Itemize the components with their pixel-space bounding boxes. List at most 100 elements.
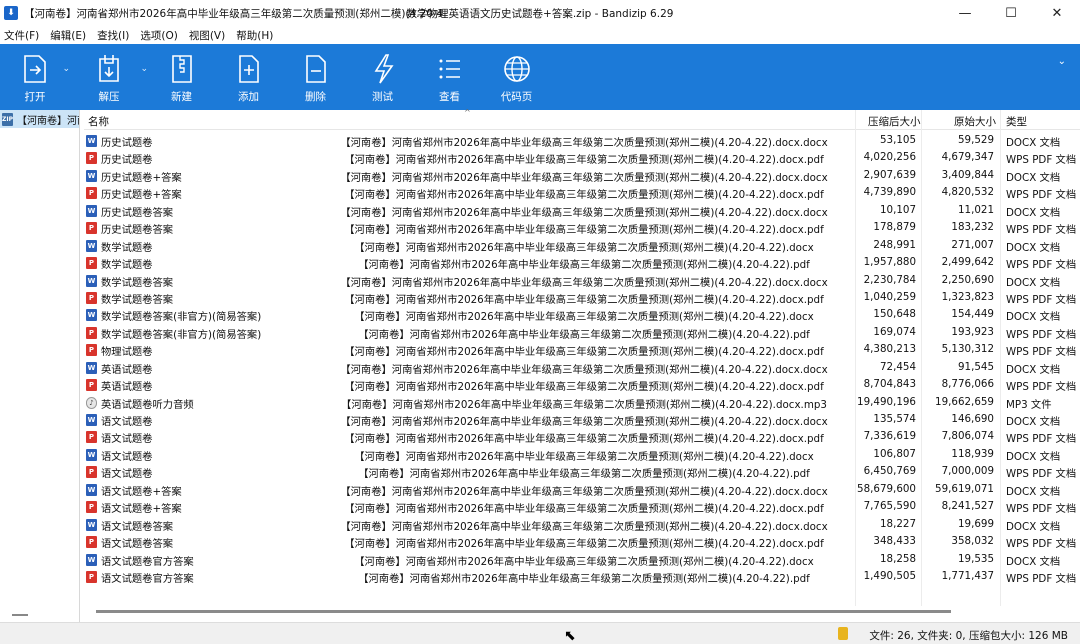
file-type: DOCX 文档 bbox=[1006, 311, 1061, 324]
delete-button[interactable]: 删除 bbox=[282, 44, 349, 110]
file-row[interactable]: P 物理试题卷 【河南卷】河南省郑州市2026年高中毕业年级高三年级第二次质量预测(… bbox=[84, 341, 1080, 358]
file-row[interactable]: P 数学试题卷答案 【河南卷】河南省郑州市2026年高中毕业年级高三年级第二次质量预… bbox=[84, 289, 1080, 306]
status-text: 文件: 26, 文件夹: 0, 压缩包大小: 126 MB bbox=[869, 630, 1068, 642]
file-name: 语文试题卷官方答案 bbox=[101, 555, 194, 568]
test-button[interactable]: 测试 bbox=[349, 44, 416, 110]
file-name: 语文试题卷官方答案 bbox=[101, 572, 194, 585]
compressed-size: 18,227 bbox=[879, 517, 916, 530]
compressed-size: 1,490,505 bbox=[863, 569, 916, 582]
file-type: WPS PDF 文档 bbox=[1006, 381, 1077, 394]
docx-file-icon: W bbox=[86, 483, 97, 496]
codepage-button[interactable]: 代码页 bbox=[483, 44, 550, 110]
maximize-button[interactable]: ☐ bbox=[988, 0, 1034, 26]
original-size: 146,690 bbox=[951, 413, 994, 425]
file-row[interactable]: P 语文试题卷+答案 【河南卷】河南省郑州市2026年高中毕业年级高三年级第二次质量… bbox=[84, 498, 1080, 515]
file-row[interactable]: W 语文试题卷答案 【河南卷】河南省郑州市2026年高中毕业年级高三年级第二次质量预… bbox=[84, 516, 1080, 533]
file-row[interactable]: W 英语试题卷 【河南卷】河南省郑州市2026年高中毕业年级高三年级第二次质量预测(… bbox=[84, 359, 1080, 376]
docx-file-icon: W bbox=[86, 204, 97, 217]
file-row[interactable]: W 历史试题卷 【河南卷】河南省郑州市2026年高中毕业年级高三年级第二次质量预测(… bbox=[84, 132, 1080, 149]
file-name: 数学试题卷 bbox=[101, 259, 153, 272]
file-row[interactable]: W 历史试题卷答案 【河南卷】河南省郑州市2026年高中毕业年级高三年级第二次质量预… bbox=[84, 202, 1080, 219]
menu-bar: 文件(F) 编辑(E) 查找(I) 选项(O) 视图(V) 帮助(H) bbox=[0, 26, 1080, 44]
file-row[interactable]: P 历史试题卷 【河南卷】河南省郑州市2026年高中毕业年级高三年级第二次质量预测(… bbox=[84, 149, 1080, 166]
minimize-button[interactable]: — bbox=[942, 0, 988, 26]
tree-item-archive-root[interactable]: ZIP 【河南卷】河南省郑州市2026年高中毕业年级高三年级第二次质量预测(郑州… bbox=[0, 110, 79, 128]
zip-icon: ZIP bbox=[2, 112, 13, 126]
bandizip-app-icon[interactable]: ⬇ bbox=[4, 6, 18, 20]
list-header: 名称 ^ 压缩后大小 原始大小 类型 bbox=[84, 108, 1080, 130]
menu-view[interactable]: 视图(V) bbox=[185, 28, 229, 43]
file-row[interactable]: W 数学试题卷答案 【河南卷】河南省郑州市2026年高中毕业年级高三年级第二次质量预… bbox=[84, 272, 1080, 289]
file-name-suffix: 【河南卷】河南省郑州市2026年高中毕业年级高三年级第二次质量预测(郑州二模)(… bbox=[340, 485, 828, 498]
file-row[interactable]: P 语文试题卷答案 【河南卷】河南省郑州市2026年高中毕业年级高三年级第二次质量预… bbox=[84, 533, 1080, 550]
file-row[interactable]: P 语文试题卷 【河南卷】河南省郑州市2026年高中毕业年级高三年级第二次质量预测(… bbox=[84, 428, 1080, 445]
codepage-icon bbox=[503, 56, 530, 82]
file-type: WPS PDF 文档 bbox=[1006, 293, 1077, 306]
file-row[interactable]: P 历史试题卷+答案 【河南卷】河南省郑州市2026年高中毕业年级高三年级第二次质量… bbox=[84, 184, 1080, 201]
file-row[interactable]: P 英语试题卷 【河南卷】河南省郑州市2026年高中毕业年级高三年级第二次质量预测(… bbox=[84, 376, 1080, 393]
column-header-original-size[interactable]: 原始大小 bbox=[954, 114, 996, 129]
file-row[interactable]: P 数学试题卷答案(非官方)(简易答案) 【河南卷】河南省郑州市2026年高中毕业年… bbox=[84, 324, 1080, 341]
menu-file[interactable]: 文件(F) bbox=[0, 28, 43, 43]
file-row[interactable]: W 数学试题卷 【河南卷】河南省郑州市2026年高中毕业年级高三年级第二次质量预测(… bbox=[84, 237, 1080, 254]
file-row[interactable]: W 语文试题卷官方答案 【河南卷】河南省郑州市2026年高中毕业年级高三年级第二次质… bbox=[84, 551, 1080, 568]
toolbar-more-icon[interactable]: ⌄ bbox=[1058, 56, 1066, 67]
toolbar: 打开 ⌄ 解压 ⌄ 新建 添加 删除 测试 查看 代码页 ⌄ bbox=[0, 44, 1080, 110]
file-row[interactable]: P 历史试题卷答案 【河南卷】河南省郑州市2026年高中毕业年级高三年级第二次质量预… bbox=[84, 219, 1080, 236]
file-type: DOCX 文档 bbox=[1006, 276, 1061, 289]
original-size: 5,130,312 bbox=[941, 343, 994, 356]
column-header-name[interactable]: 名称 bbox=[88, 114, 109, 129]
pdf-file-icon: P bbox=[86, 344, 97, 357]
compressed-size: 1,957,880 bbox=[863, 256, 916, 269]
file-name-suffix: 【河南卷】河南省郑州市2026年高中毕业年级高三年级第二次质量预测(郑州二模)(… bbox=[340, 206, 828, 219]
menu-options[interactable]: 选项(O) bbox=[136, 28, 181, 43]
original-size: 3,409,844 bbox=[941, 168, 994, 181]
delete-file-icon bbox=[305, 55, 326, 83]
menu-edit[interactable]: 编辑(E) bbox=[46, 28, 90, 43]
file-type: DOCX 文档 bbox=[1006, 485, 1061, 498]
open-dropdown-icon[interactable]: ⌄ bbox=[62, 64, 70, 74]
file-name-suffix: 【河南卷】河南省郑州市2026年高中毕业年级高三年级第二次质量预测(郑州二模)(… bbox=[354, 311, 814, 324]
close-button[interactable]: ✕ bbox=[1034, 0, 1080, 26]
menu-find[interactable]: 查找(I) bbox=[93, 28, 133, 43]
file-name-suffix: 【河南卷】河南省郑州市2026年高中毕业年级高三年级第二次质量预测(郑州二模)(… bbox=[358, 259, 810, 272]
file-row[interactable]: P 语文试题卷 【河南卷】河南省郑州市2026年高中毕业年级高三年级第二次质量预测(… bbox=[84, 463, 1080, 480]
column-header-compressed-size[interactable]: 压缩后大小 bbox=[868, 114, 921, 129]
view-button[interactable]: 查看 bbox=[416, 44, 483, 110]
file-name: 数学试题卷 bbox=[101, 241, 153, 254]
add-button[interactable]: 添加 bbox=[215, 44, 282, 110]
file-name: 历史试题卷 bbox=[101, 137, 153, 149]
file-name-suffix: 【河南卷】河南省郑州市2026年高中毕业年级高三年级第二次质量预测(郑州二模)(… bbox=[354, 450, 814, 463]
file-name-suffix: 【河南卷】河南省郑州市2026年高中毕业年级高三年级第二次质量预测(郑州二模)(… bbox=[344, 154, 824, 167]
file-name: 历史试题卷答案 bbox=[101, 206, 174, 219]
original-size: 11,021 bbox=[957, 203, 994, 216]
menu-help[interactable]: 帮助(H) bbox=[232, 28, 277, 43]
extract-button[interactable]: 解压 ⌄ bbox=[70, 44, 148, 110]
file-row[interactable]: P 语文试题卷官方答案 【河南卷】河南省郑州市2026年高中毕业年级高三年级第二次质… bbox=[84, 568, 1080, 585]
compressed-size: 7,336,619 bbox=[863, 430, 916, 443]
codepage-label: 代码页 bbox=[500, 91, 533, 103]
file-name: 语文试题卷答案 bbox=[101, 520, 174, 533]
horizontal-scrollbar[interactable] bbox=[96, 610, 951, 613]
open-button[interactable]: 打开 ⌄ bbox=[0, 44, 70, 110]
file-name-suffix: 【河南卷】河南省郑州市2026年高中毕业年级高三年级第二次质量预测(郑州二模)(… bbox=[344, 346, 824, 359]
file-row[interactable]: W 语文试题卷 【河南卷】河南省郑州市2026年高中毕业年级高三年级第二次质量预测(… bbox=[84, 446, 1080, 463]
file-row[interactable]: P 数学试题卷 【河南卷】河南省郑州市2026年高中毕业年级高三年级第二次质量预测(… bbox=[84, 254, 1080, 271]
file-row[interactable]: W 数学试题卷答案(非官方)(简易答案) 【河南卷】河南省郑州市2026年高中毕业年… bbox=[84, 306, 1080, 323]
compressed-size: 106,807 bbox=[873, 447, 916, 460]
file-name: 英语试题卷 bbox=[101, 363, 153, 376]
original-size: 118,939 bbox=[951, 447, 994, 460]
file-row[interactable]: W 语文试题卷+答案 【河南卷】河南省郑州市2026年高中毕业年级高三年级第二次质量… bbox=[84, 481, 1080, 498]
add-file-icon bbox=[238, 55, 259, 83]
extract-dropdown-icon[interactable]: ⌄ bbox=[140, 64, 148, 74]
file-row[interactable]: W 语文试题卷 【河南卷】河南省郑州市2026年高中毕业年级高三年级第二次质量预测(… bbox=[84, 411, 1080, 428]
mouse-cursor-icon: ⬉ bbox=[564, 628, 576, 644]
file-row[interactable]: ♪ 英语试题卷听力音频 【河南卷】河南省郑州市2026年高中毕业年级高三年级第二次质… bbox=[84, 394, 1080, 411]
tree-scrollbar[interactable] bbox=[12, 614, 28, 616]
file-name-suffix: 【河南卷】河南省郑州市2026年高中毕业年级高三年级第二次质量预测(郑州二模)(… bbox=[344, 381, 824, 394]
file-type: WPS PDF 文档 bbox=[1006, 328, 1077, 341]
new-archive-button[interactable]: 新建 bbox=[148, 44, 215, 110]
original-size: 7,000,009 bbox=[941, 465, 994, 478]
file-row[interactable]: W 历史试题卷+答案 【河南卷】河南省郑州市2026年高中毕业年级高三年级第二次质量… bbox=[84, 167, 1080, 184]
column-header-type[interactable]: 类型 bbox=[1006, 114, 1027, 129]
